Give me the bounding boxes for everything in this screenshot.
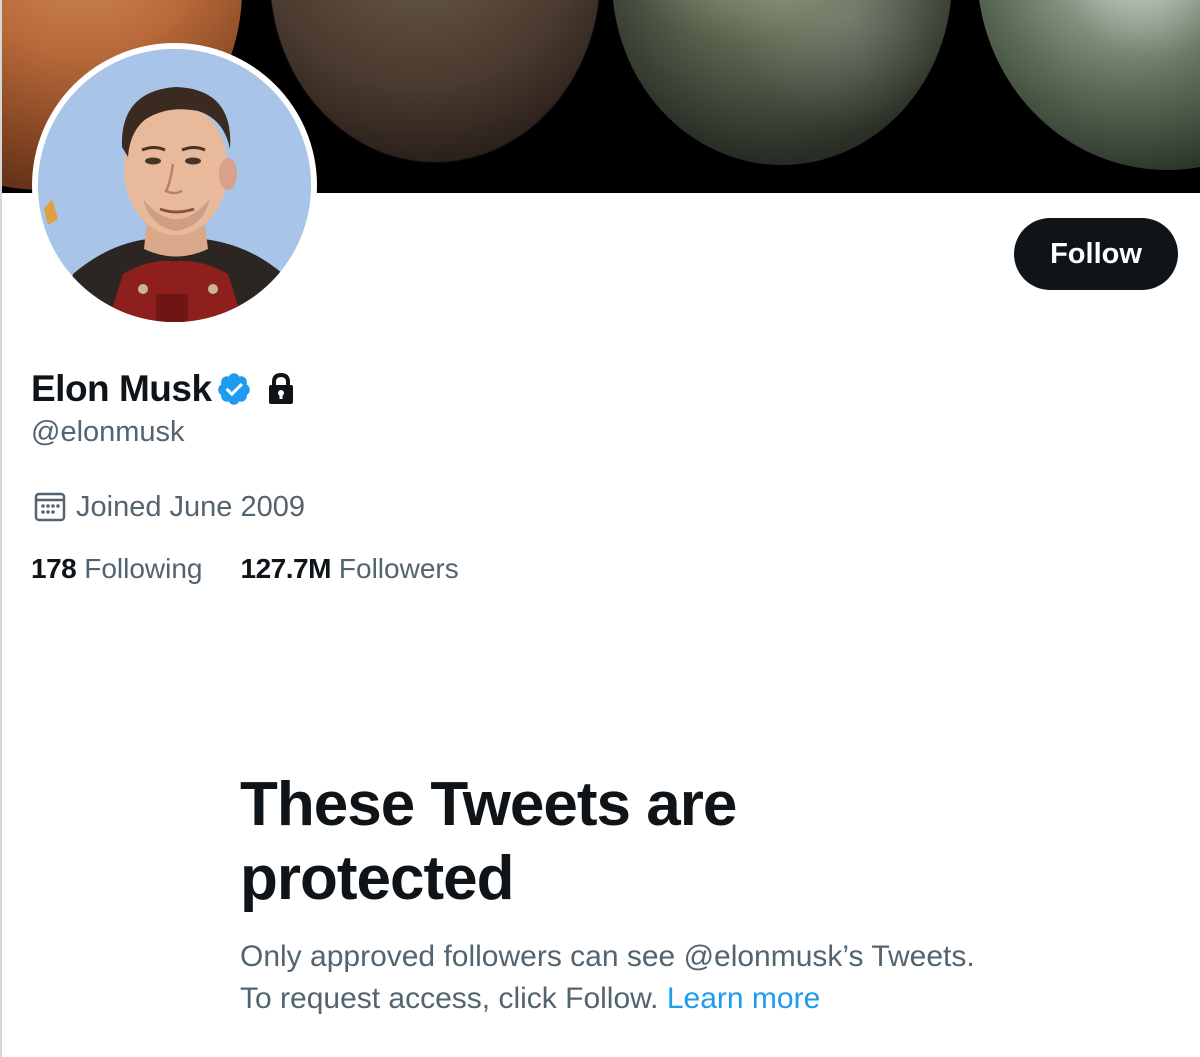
avatar[interactable] bbox=[32, 43, 317, 328]
learn-more-link[interactable]: Learn more bbox=[667, 982, 820, 1015]
banner-planet-partially-terraformed bbox=[270, 0, 600, 162]
profile-handle: @elonmusk bbox=[31, 416, 185, 448]
calendar-icon bbox=[33, 490, 67, 524]
banner-planet-greening bbox=[612, 0, 952, 165]
profile-name-row: Elon Musk bbox=[31, 364, 296, 414]
verified-badge-icon[interactable] bbox=[216, 371, 252, 407]
following-label: Following bbox=[84, 553, 203, 584]
follow-stats: 178 Following 127.7M Followers bbox=[31, 553, 459, 585]
display-name: Elon Musk bbox=[31, 368, 212, 409]
followers-count: 127.7M bbox=[240, 553, 332, 584]
follow-button[interactable]: Follow bbox=[1014, 218, 1178, 290]
joined-date-row: Joined June 2009 bbox=[33, 487, 305, 527]
following-link[interactable]: 178 Following bbox=[31, 553, 203, 585]
banner-planet-earthlike bbox=[977, 0, 1200, 170]
protected-title: These Tweets are protected bbox=[240, 770, 737, 913]
following-count: 178 bbox=[31, 553, 77, 584]
protected-description: Only approved followers can see @elonmus… bbox=[240, 936, 980, 1020]
followers-link[interactable]: 127.7M Followers bbox=[241, 553, 459, 585]
protected-description-text: Only approved followers can see @elonmus… bbox=[240, 940, 975, 1015]
profile-page: Follow Elon Musk @elonmusk Joined June 2… bbox=[0, 0, 1200, 1057]
avatar-portrait bbox=[38, 49, 311, 322]
lock-icon bbox=[266, 372, 296, 406]
protected-notice: These Tweets are protected Only approved… bbox=[240, 768, 1000, 1020]
followers-label: Followers bbox=[338, 553, 459, 584]
joined-date: Joined June 2009 bbox=[76, 490, 305, 523]
avatar-image bbox=[38, 49, 311, 322]
